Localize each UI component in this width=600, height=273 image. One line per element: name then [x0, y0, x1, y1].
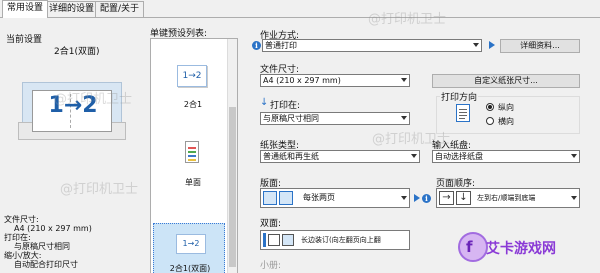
- current-settings-label: 当前设置: [6, 35, 43, 45]
- radio-portrait-label: 纵向: [498, 103, 514, 112]
- preset-thumb-text: 1→2: [182, 239, 200, 248]
- job-select[interactable]: 普通打印: [262, 39, 482, 52]
- play-icon: [489, 41, 495, 49]
- tab-config-about[interactable]: 配置/关于: [95, 1, 145, 17]
- overlay-logo: f 艾卡游戏网: [458, 230, 558, 268]
- info-print-on-label: 打印在:: [4, 233, 31, 242]
- radio-landscape[interactable]: [486, 117, 494, 125]
- print-on-label: 打印在:: [270, 101, 301, 111]
- settings-panel: 当前设置 2合1(双面) 1→2 文件尺寸: A4 (210 x 297 mm)…: [0, 12, 600, 273]
- preset-item-label: 2合1(双面): [169, 264, 211, 273]
- chevron-down-icon: [571, 196, 577, 200]
- preset-item-2in1-duplex[interactable]: 1→2 2合1(双面): [153, 223, 225, 273]
- chevron-down-icon: [401, 116, 407, 120]
- two-pages-icon: [263, 191, 295, 205]
- details-button[interactable]: 详细资料...: [500, 39, 580, 53]
- logo-badge-icon: f: [458, 232, 488, 262]
- duplex-label: 双面:: [260, 219, 282, 229]
- watermark-text: @打印机卫士: [60, 182, 139, 197]
- preview-sheet: 1→2: [32, 90, 112, 132]
- current-preset-name: 2合1(双面): [54, 47, 100, 57]
- info-doc-size-value: A4 (210 x 297 mm): [14, 224, 92, 233]
- tab-common-settings[interactable]: 常用设置: [2, 0, 49, 18]
- chevron-down-icon: [401, 78, 407, 82]
- print-on-value: 与原稿尺寸相同: [263, 114, 319, 123]
- chevron-down-icon: [473, 43, 479, 47]
- input-tray-select[interactable]: 自动选择纸盘: [432, 150, 580, 163]
- preset-item-single[interactable]: 单面: [167, 141, 219, 193]
- duplex-select[interactable]: 长边装订(向左翻页向上翻: [260, 230, 410, 250]
- scrollbar-thumb[interactable]: [229, 107, 236, 267]
- tab-bar: 常用设置 详细的设置 配置/关于: [0, 0, 600, 18]
- info-scale-value: 自动配合打印尺寸: [14, 260, 78, 269]
- info-scale-label: 缩小/放大:: [4, 251, 42, 260]
- doc-size-select[interactable]: A4 (210 x 297 mm): [260, 74, 410, 87]
- preset-list-scrollbar[interactable]: [227, 39, 237, 273]
- paper-type-select[interactable]: 普通纸和再生纸: [260, 150, 420, 163]
- single-page-thumb: [185, 141, 199, 163]
- custom-paper-size-button[interactable]: 自定义纸张尺寸...: [432, 74, 580, 88]
- radio-portrait[interactable]: [486, 103, 494, 111]
- play-icon: [414, 194, 420, 202]
- info-doc-size-label: 文件尺寸:: [4, 215, 39, 224]
- preset-list: 1→2 2合1 单面 1→2 2合1(双面): [150, 38, 238, 273]
- preview-number-text: 1→2: [48, 93, 98, 118]
- doc-size-value: A4 (210 x 297 mm): [263, 76, 341, 85]
- booklet-label: 小册:: [260, 261, 282, 271]
- preset-item-label: 2合1: [183, 100, 203, 109]
- info-icon[interactable]: i: [252, 41, 261, 50]
- logo-text: 艾卡游戏网: [486, 241, 556, 257]
- info-icon[interactable]: i: [422, 194, 431, 203]
- current-info: 文件尺寸: A4 (210 x 297 mm) 打印在: 与原稿尺寸相同 缩小/…: [4, 215, 134, 269]
- portrait-page-icon: [456, 104, 470, 122]
- page-order-select[interactable]: → ↓ 左到右/顺端到底端: [436, 188, 580, 208]
- layout-select[interactable]: 每张两页: [260, 188, 410, 208]
- preset-item-label: 单面: [185, 178, 201, 187]
- job-value: 普通打印: [265, 41, 297, 50]
- paper-type-value: 普通纸和再生纸: [263, 152, 319, 161]
- preset-thumb-text: 1→2: [182, 71, 202, 81]
- print-on-select[interactable]: 与原稿尺寸相同: [260, 112, 410, 125]
- tab-detailed-settings[interactable]: 详细的设置: [44, 1, 100, 17]
- page-order-icon: → ↓: [439, 191, 473, 205]
- orientation-label: 打印方向: [440, 90, 479, 103]
- chevron-down-icon: [411, 154, 417, 158]
- current-settings-preview: 1→2: [18, 76, 126, 142]
- preset-item-2in1[interactable]: 1→2 2合1: [167, 65, 219, 129]
- input-tray-value: 自动选择纸盘: [435, 152, 483, 161]
- chevron-down-icon: [571, 154, 577, 158]
- arrow-down-icon: ↓: [260, 97, 269, 108]
- radio-landscape-label: 横向: [498, 117, 514, 126]
- chevron-down-icon: [401, 196, 407, 200]
- duplex-binding-icon: [263, 233, 295, 247]
- info-print-on-value: 与原稿尺寸相同: [14, 242, 70, 251]
